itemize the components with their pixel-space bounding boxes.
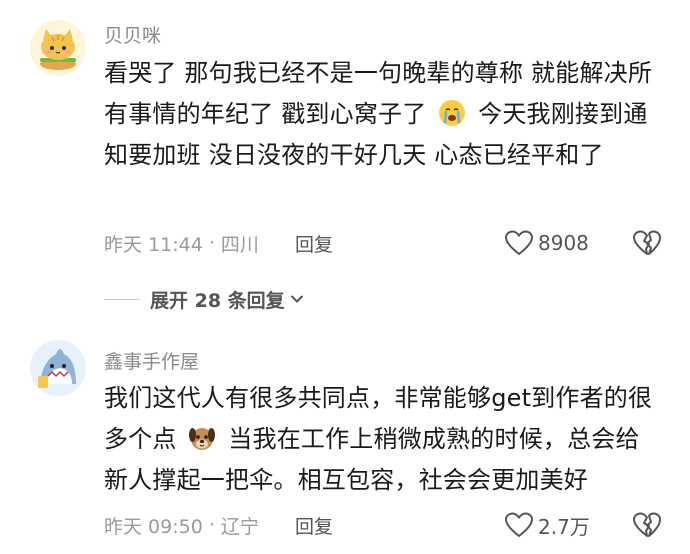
username[interactable]: 贝贝咪 — [104, 21, 161, 48]
comment-item: 贝贝咪 看哭了 那句我已经不是一句晚辈的尊称 就能解决所有事情的年纪了 戳到心窝… — [0, 0, 690, 340]
heart-outline-icon — [504, 230, 534, 256]
comment-time: 昨天 11:44 — [104, 233, 203, 256]
like-button[interactable]: 2.7万 — [504, 510, 590, 540]
meta-separator: · — [202, 232, 221, 254]
like-count: 8908 — [538, 231, 589, 255]
crying-face-emoji-icon — [438, 99, 466, 127]
comment-text-part: 当我在工作上稍微成熟的时候，总会给新人撑起一把伞。相互包容，社会会更加美好 — [104, 425, 640, 494]
user-avatar[interactable] — [30, 20, 86, 76]
shark-avatar-icon — [30, 340, 86, 396]
comment-location: 辽宁 — [220, 515, 259, 538]
expand-replies-label: 展开 28 条回复 — [150, 289, 285, 312]
comment-text: 看哭了 那句我已经不是一句晚辈的尊称 就能解决所有事情的年纪了 戳到心窝子了 今… — [104, 53, 659, 176]
user-avatar[interactable] — [30, 340, 86, 396]
chevron-down-icon — [290, 295, 303, 303]
like-button[interactable]: 8908 — [504, 228, 589, 258]
expand-replies-button[interactable]: 展开 28 条回复 — [104, 284, 305, 314]
comment-time: 昨天 09:50 — [104, 515, 203, 538]
comment-location: 四川 — [220, 233, 259, 256]
reply-button[interactable]: 回复 — [295, 230, 333, 257]
broken-heart-icon[interactable] — [632, 510, 662, 540]
comment-meta: 昨天 11:44 · 四川 回复 — [104, 228, 333, 258]
dog-face-emoji-icon — [188, 424, 216, 452]
comment-meta: 昨天 09:50 · 辽宁 回复 — [104, 510, 333, 540]
heart-outline-icon — [504, 512, 534, 538]
broken-heart-icon[interactable] — [632, 228, 662, 258]
username[interactable]: 鑫事手作屋 — [104, 347, 199, 374]
divider-line — [104, 298, 140, 300]
meta-separator: · — [202, 514, 221, 536]
cat-burger-avatar-icon — [30, 20, 86, 76]
like-count: 2.7万 — [538, 514, 590, 539]
comment-item: 鑫事手作屋 我们这代人有很多共同点，非常能够get到作者的很多个点 当我在工作上… — [0, 340, 690, 554]
comment-text: 我们这代人有很多共同点，非常能够get到作者的很多个点 当我在工作上稍微成熟的时… — [104, 378, 659, 501]
reply-button[interactable]: 回复 — [295, 512, 333, 539]
